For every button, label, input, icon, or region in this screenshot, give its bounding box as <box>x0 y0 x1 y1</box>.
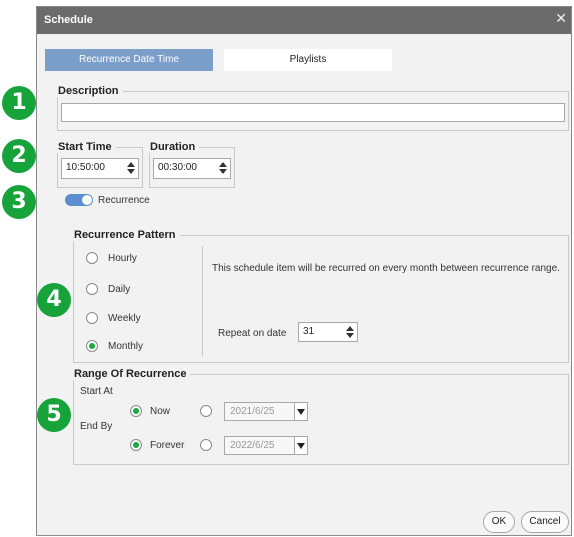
cancel-button[interactable]: Cancel <box>521 511 569 533</box>
range-of-recurrence-group: Range Of Recurrence Start At Now 2021/6/… <box>73 368 569 465</box>
recurrence-pattern-label: Recurrence Pattern <box>73 229 180 241</box>
end-date-value: 2022/6/25 <box>230 440 275 451</box>
start-time-group: Start Time 10:50:00 <box>57 141 143 188</box>
start-time-label: Start Time <box>57 141 116 153</box>
radio-end-forever[interactable] <box>130 439 142 451</box>
start-time-spin-arrows-icon[interactable] <box>126 160 136 176</box>
start-time-value: 10:50:00 <box>66 162 105 173</box>
recurrence-toggle[interactable] <box>65 194 93 206</box>
radio-daily-label: Daily <box>108 284 131 295</box>
description-group: Description <box>57 85 569 131</box>
schedule-dialog: Schedule ✕ Recurrence Date Time Playlist… <box>36 6 572 536</box>
duration-value: 00:30:00 <box>158 162 197 173</box>
ok-button[interactable]: OK <box>483 511 515 533</box>
radio-hourly-label: Hourly <box>108 253 137 264</box>
close-icon[interactable]: ✕ <box>555 10 567 27</box>
title-bar: Schedule ✕ <box>37 7 571 34</box>
description-label: Description <box>57 85 123 97</box>
radio-start-date[interactable] <box>200 405 212 417</box>
pattern-info-text: This schedule item will be recurred on e… <box>212 263 560 274</box>
start-date-dropdown-icon[interactable] <box>294 403 307 420</box>
duration-input[interactable]: 00:30:00 <box>153 158 231 179</box>
duration-spin-arrows-icon[interactable] <box>218 160 228 176</box>
dialog-title: Schedule <box>44 14 93 26</box>
callout-marker-3: 3 <box>2 185 36 219</box>
callout-marker-5: 5 <box>37 398 71 432</box>
repeat-on-date-value: 31 <box>303 326 315 337</box>
repeat-on-date-label: Repeat on date <box>218 328 287 339</box>
duration-group: Duration 00:30:00 <box>149 141 235 188</box>
start-at-label: Start At <box>80 386 113 397</box>
recurrence-pattern-group: Recurrence Pattern Hourly Daily Weekly M… <box>73 229 569 363</box>
start-time-input[interactable]: 10:50:00 <box>61 158 139 179</box>
callout-marker-4: 4 <box>37 283 71 317</box>
radio-monthly[interactable] <box>86 340 98 352</box>
start-date-value: 2021/6/25 <box>230 406 275 417</box>
toggle-knob <box>82 195 92 205</box>
description-input[interactable] <box>61 103 565 122</box>
start-now-label: Now <box>150 406 171 417</box>
end-date-dropdown-icon[interactable] <box>294 437 307 454</box>
radio-weekly-label: Weekly <box>108 313 141 324</box>
start-date-combo[interactable]: 2021/6/25 <box>224 402 308 421</box>
end-forever-label: Forever <box>150 440 185 451</box>
callout-marker-2: 2 <box>2 139 36 173</box>
radio-end-date[interactable] <box>200 439 212 451</box>
range-of-recurrence-label: Range Of Recurrence <box>73 368 191 380</box>
end-date-combo[interactable]: 2022/6/25 <box>224 436 308 455</box>
radio-hourly[interactable] <box>86 252 98 264</box>
tab-playlists[interactable]: Playlists <box>224 49 392 71</box>
radio-monthly-label: Monthly <box>108 341 144 352</box>
recurrence-toggle-label: Recurrence <box>98 195 150 206</box>
repeat-spin-arrows-icon[interactable] <box>345 324 355 340</box>
end-by-label: End By <box>80 421 113 432</box>
callout-marker-1: 1 <box>2 86 36 120</box>
tab-recurrence-date-time[interactable]: Recurrence Date Time <box>45 49 213 71</box>
duration-label: Duration <box>149 141 200 153</box>
repeat-on-date-input[interactable]: 31 <box>298 322 358 342</box>
radio-daily[interactable] <box>86 283 98 295</box>
radio-weekly[interactable] <box>86 312 98 324</box>
pattern-divider <box>202 246 203 356</box>
radio-start-now[interactable] <box>130 405 142 417</box>
